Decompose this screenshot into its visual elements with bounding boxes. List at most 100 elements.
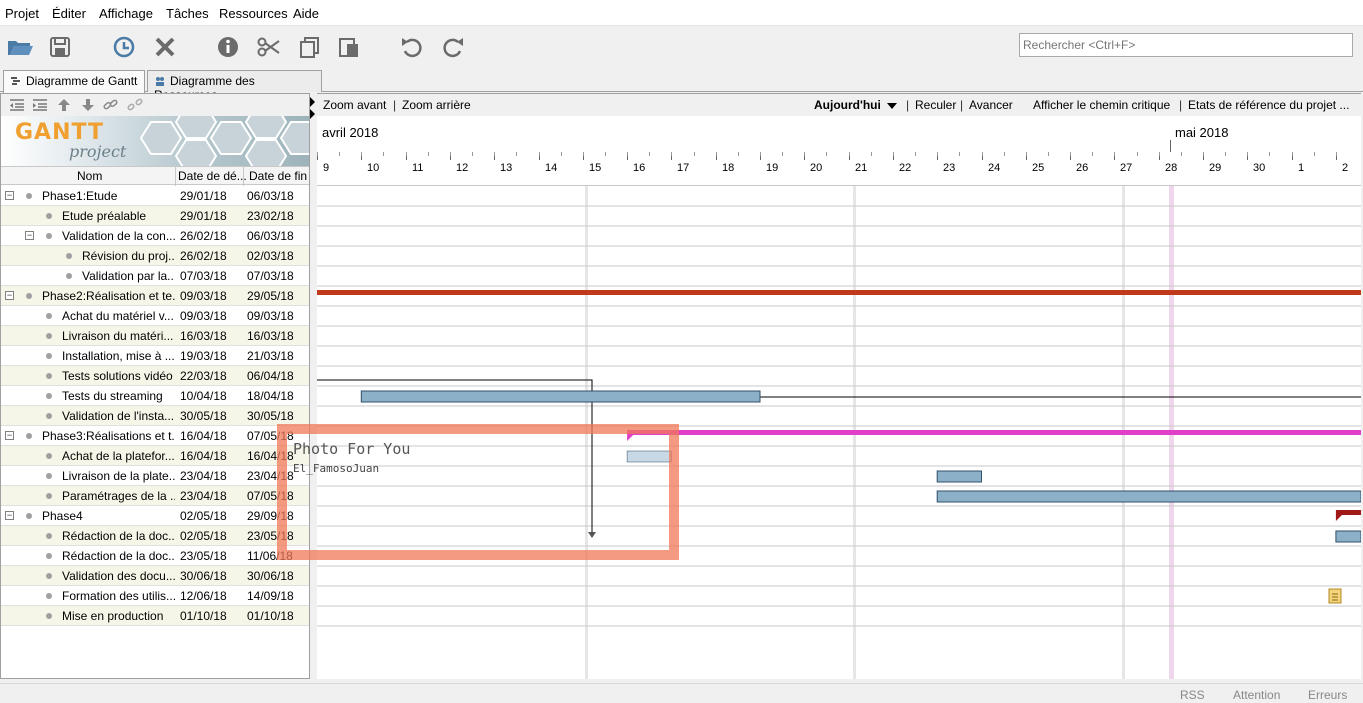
task-name[interactable]: Phase4: [42, 509, 175, 523]
redo-icon[interactable]: [439, 33, 467, 61]
task-start-date[interactable]: 09/03/18: [180, 289, 227, 303]
task-end-date[interactable]: 07/03/18: [247, 269, 294, 283]
panel-splitter[interactable]: [310, 93, 317, 679]
task-end-date[interactable]: 23/02/18: [247, 209, 294, 223]
task-start-date[interactable]: 16/04/18: [180, 449, 227, 463]
zoom-out-button[interactable]: Zoom arrière: [402, 98, 471, 112]
task-start-date[interactable]: 19/03/18: [180, 349, 227, 363]
back-button[interactable]: Reculer: [915, 98, 956, 112]
task-row[interactable]: Livraison du matéri... 16/03/18 16/03/18: [1, 326, 309, 346]
baselines-button[interactable]: Etats de référence du projet ...: [1188, 98, 1349, 112]
column-header-end-date[interactable]: Date de fin: [249, 169, 307, 183]
search-input[interactable]: [1019, 33, 1353, 57]
task-end-date[interactable]: 01/10/18: [247, 609, 294, 623]
move-down-icon[interactable]: [80, 98, 96, 112]
task-name[interactable]: Installation, mise à ...: [62, 349, 175, 363]
column-header-start-date[interactable]: Date de dé...: [178, 169, 247, 183]
open-folder-icon[interactable]: [6, 33, 34, 61]
task-name[interactable]: Validation de l'insta...: [62, 409, 175, 423]
task-row[interactable]: Validation de l'insta... 30/05/18 30/05/18: [1, 406, 309, 426]
task-start-date[interactable]: 09/03/18: [180, 309, 227, 323]
task-end-date[interactable]: 30/05/18: [247, 409, 294, 423]
task-row[interactable]: − Phase2:Réalisation et te... 09/03/18 29/0…: [1, 286, 309, 306]
task-name[interactable]: Tests du streaming: [62, 389, 175, 403]
task-name[interactable]: Livraison du matéri...: [62, 329, 175, 343]
task-name[interactable]: Livraison de la plate...: [62, 469, 175, 483]
task-name[interactable]: Phase2:Réalisation et te...: [42, 289, 175, 303]
menu-aide[interactable]: Aide: [293, 6, 319, 21]
task-start-date[interactable]: 30/06/18: [180, 569, 227, 583]
status-rss[interactable]: RSS: [1180, 688, 1205, 702]
menu-taches[interactable]: Tâches: [166, 6, 209, 21]
task-start-date[interactable]: 01/10/18: [180, 609, 227, 623]
task-row[interactable]: − Validation de la con... 26/02/18 06/03/18: [1, 226, 309, 246]
collapse-toggle-icon[interactable]: −: [5, 511, 14, 520]
task-start-date[interactable]: 23/04/18: [180, 489, 227, 503]
column-divider[interactable]: [243, 166, 244, 186]
task-end-date[interactable]: 06/04/18: [247, 369, 294, 383]
status-attention[interactable]: Attention: [1233, 688, 1280, 702]
task-start-date[interactable]: 16/03/18: [180, 329, 227, 343]
task-name[interactable]: Validation par la...: [82, 269, 175, 283]
task-row[interactable]: Achat du matériel v... 09/03/18 09/03/18: [1, 306, 309, 326]
unlink-icon[interactable]: [127, 98, 143, 112]
task-start-date[interactable]: 26/02/18: [180, 249, 227, 263]
task-name[interactable]: Phase3:Réalisations et t...: [42, 429, 175, 443]
task-row[interactable]: Mise en production 01/10/18 01/10/18: [1, 606, 309, 626]
delete-icon[interactable]: [151, 33, 179, 61]
task-name[interactable]: Validation de la con...: [62, 229, 175, 243]
task-row[interactable]: − Phase1:Etude 29/01/18 06/03/18: [1, 186, 309, 206]
task-row[interactable]: − Phase4 02/05/18 29/09/18: [1, 506, 309, 526]
collapse-toggle-icon[interactable]: −: [5, 291, 14, 300]
task-name[interactable]: Phase1:Etude: [42, 189, 175, 203]
task-name[interactable]: Validation des docu...: [62, 569, 175, 583]
task-row[interactable]: − Phase3:Réalisations et t... 16/04/18 07/0…: [1, 426, 309, 446]
menu-editer[interactable]: Éditer: [52, 6, 86, 21]
menu-affichage[interactable]: Affichage: [99, 6, 153, 21]
column-divider[interactable]: [175, 166, 176, 186]
task-row[interactable]: Installation, mise à ... 19/03/18 21/03/18: [1, 346, 309, 366]
cut-icon[interactable]: [255, 33, 283, 61]
menu-projet[interactable]: Projet: [5, 6, 39, 21]
task-end-date[interactable]: 29/05/18: [247, 289, 294, 303]
task-row[interactable]: Tests du streaming 10/04/18 18/04/18: [1, 386, 309, 406]
task-row[interactable]: Formation des utilis... 12/06/18 14/09/18: [1, 586, 309, 606]
task-start-date[interactable]: 22/03/18: [180, 369, 227, 383]
task-name[interactable]: Formation des utilis...: [62, 589, 175, 603]
critical-path-button[interactable]: Afficher le chemin critique: [1033, 98, 1170, 112]
collapse-toggle-icon[interactable]: −: [25, 231, 34, 240]
move-up-icon[interactable]: [56, 98, 72, 112]
task-name[interactable]: Mise en production: [62, 609, 175, 623]
task-start-date[interactable]: 07/03/18: [180, 269, 227, 283]
task-start-date[interactable]: 29/01/18: [180, 209, 227, 223]
undo-icon[interactable]: [398, 33, 426, 61]
task-start-date[interactable]: 23/04/18: [180, 469, 227, 483]
copy-icon[interactable]: [296, 33, 324, 61]
task-start-date[interactable]: 30/05/18: [180, 409, 227, 423]
collapse-toggle-icon[interactable]: −: [5, 191, 14, 200]
task-end-date[interactable]: 18/04/18: [247, 389, 294, 403]
task-row[interactable]: Achat de la platefor... 16/04/18 16/04/18: [1, 446, 309, 466]
task-row[interactable]: Paramétrages de la ... 23/04/18 07/05/18: [1, 486, 309, 506]
tab-resource-chart[interactable]: Diagramme des Ressources: [147, 70, 322, 102]
forward-button[interactable]: Avancer: [969, 98, 1013, 112]
history-icon[interactable]: [110, 33, 138, 61]
task-row[interactable]: Etude préalable 29/01/18 23/02/18: [1, 206, 309, 226]
today-button[interactable]: Aujourd'hui: [814, 98, 881, 112]
task-start-date[interactable]: 12/06/18: [180, 589, 227, 603]
task-row[interactable]: Révision du proj... 26/02/18 02/03/18: [1, 246, 309, 266]
task-end-date[interactable]: 30/06/18: [247, 569, 294, 583]
column-header-name[interactable]: Nom: [77, 169, 102, 183]
task-name[interactable]: Achat de la platefor...: [62, 449, 175, 463]
task-start-date[interactable]: 29/01/18: [180, 189, 227, 203]
menu-ressources[interactable]: Ressources: [219, 6, 288, 21]
task-row[interactable]: Rédaction de la doc... 02/05/18 23/05/18: [1, 526, 309, 546]
task-row[interactable]: Livraison de la plate... 23/04/18 23/04/18: [1, 466, 309, 486]
tab-gantt-chart[interactable]: Diagramme de Gantt: [3, 70, 145, 93]
task-end-date[interactable]: 02/03/18: [247, 249, 294, 263]
task-start-date[interactable]: 16/04/18: [180, 429, 227, 443]
link-icon[interactable]: [103, 98, 119, 112]
status-errors[interactable]: Erreurs: [1308, 688, 1347, 702]
indent-icon[interactable]: [32, 98, 48, 112]
task-end-date[interactable]: 21/03/18: [247, 349, 294, 363]
